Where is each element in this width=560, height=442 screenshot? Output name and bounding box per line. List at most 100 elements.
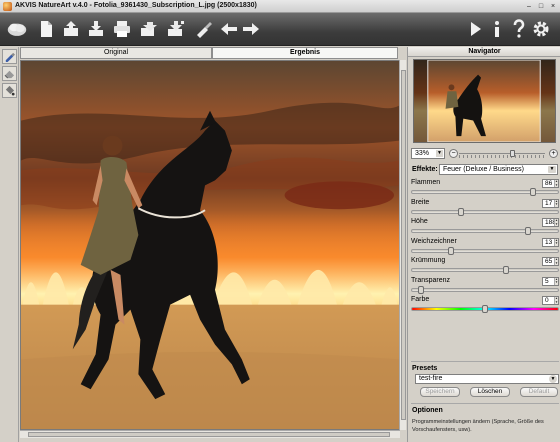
zoom-slider-thumb[interactable]: [510, 150, 515, 157]
param-value: 0: [545, 297, 549, 304]
param-value-field[interactable]: 17 ▲ ▼: [542, 198, 559, 208]
app-icon: [3, 2, 12, 11]
toolbar: [0, 13, 560, 46]
spinner-arrows-icon[interactable]: ▲ ▼: [554, 199, 558, 207]
options-description: Programmeinstellungen ändern (Sprache, G…: [412, 419, 544, 433]
spinner-arrows-icon[interactable]: ▲ ▼: [554, 257, 558, 265]
info-icon[interactable]: [486, 18, 508, 40]
delete-preset-button[interactable]: Löschen: [470, 387, 510, 397]
param-value-field[interactable]: 188 ▲ ▼: [542, 218, 559, 227]
app-logo-icon[interactable]: [4, 18, 30, 40]
settings-gear-icon[interactable]: [530, 18, 552, 40]
pen-tool-icon[interactable]: [2, 49, 17, 64]
window-title: AKVIS NatureArt v.4.0 - Fotolia_9361430_…: [15, 2, 257, 9]
vertical-scrollbar[interactable]: [399, 60, 406, 430]
settings-panel: Navigator 33% ▼ − + Effekte: Feuer (Delu…: [407, 47, 560, 442]
presets-section: Presets test-fire ▼ Speichern Löschen De…: [411, 361, 559, 399]
zoom-in-button[interactable]: +: [549, 149, 558, 158]
param-value-field[interactable]: 65 ▲ ▼: [542, 257, 559, 266]
param-slider-track[interactable]: [411, 209, 559, 214]
effect-select[interactable]: Feuer (Deluxe / Business) ▼: [439, 164, 558, 175]
presets-title: Presets: [412, 365, 438, 372]
title-bar: AKVIS NatureArt v.4.0 - Fotolia_9361430_…: [0, 0, 560, 13]
param-label: Höhe: [411, 218, 428, 225]
save-file-icon[interactable]: [85, 18, 107, 40]
default-preset-button[interactable]: Default: [520, 387, 558, 397]
zoom-slider-track[interactable]: [459, 153, 545, 154]
param-slider-thumb[interactable]: [458, 207, 464, 216]
open-file-icon[interactable]: [60, 18, 82, 40]
tab-original[interactable]: Original: [20, 47, 212, 59]
param-value: 65: [545, 258, 553, 265]
zoom-out-button[interactable]: −: [449, 149, 458, 158]
horizontal-scrollbar[interactable]: [20, 430, 400, 438]
import-icon[interactable]: [165, 18, 187, 40]
param-2: Höhe 188 ▲ ▼: [411, 218, 559, 237]
redo-arrow-icon[interactable]: [240, 18, 262, 40]
param-value-field[interactable]: 86 ▲ ▼: [542, 179, 559, 188]
zoom-slider-ticks: [459, 155, 545, 158]
effect-label: Effekte:: [412, 166, 438, 173]
image-canvas[interactable]: [20, 60, 400, 430]
param-label: Transparenz: [411, 276, 451, 284]
undo-arrow-icon[interactable]: [218, 18, 240, 40]
tab-result[interactable]: Ergebnis: [212, 47, 398, 59]
spinner-arrows-icon[interactable]: ▲ ▼: [554, 238, 558, 246]
param-slider-thumb[interactable]: [448, 246, 454, 255]
param-label: Farbe: [411, 296, 430, 303]
save-preset-button[interactable]: Speichern: [420, 387, 460, 397]
param-value-field[interactable]: 0 ▲ ▼: [542, 296, 559, 305]
spinner-arrows-icon[interactable]: ▲ ▼: [554, 296, 558, 304]
export-icon[interactable]: [138, 18, 160, 40]
horizontal-scroll-thumb[interactable]: [28, 432, 390, 437]
param-slider-thumb[interactable]: [482, 305, 488, 313]
param-label: Krümmung: [411, 257, 446, 264]
param-slider-track[interactable]: [411, 248, 559, 253]
maximize-button[interactable]: □: [536, 2, 546, 11]
eraser-tool-icon[interactable]: [2, 66, 17, 81]
vertical-scroll-thumb[interactable]: [401, 70, 406, 420]
run-play-icon[interactable]: [464, 18, 486, 40]
help-icon[interactable]: [508, 18, 530, 40]
navigator-preview[interactable]: [413, 59, 556, 143]
chevron-down-icon: ▼: [548, 166, 556, 173]
spinner-arrows-icon[interactable]: ▲ ▼: [554, 218, 558, 226]
param-slider-track[interactable]: [411, 268, 559, 272]
param-value-field[interactable]: 5 ▲ ▼: [542, 276, 559, 286]
param-value: 5: [545, 277, 549, 285]
param-3: Weichzeichner 13 ▲ ▼: [411, 237, 559, 257]
navigator-title: Navigator: [408, 47, 560, 57]
spinner-arrows-icon[interactable]: ▲ ▼: [554, 179, 558, 187]
brush-icon[interactable]: [193, 18, 215, 40]
param-1: Breite 17 ▲ ▼: [411, 198, 559, 218]
close-button[interactable]: ×: [548, 2, 558, 11]
param-label: Flammen: [411, 179, 441, 186]
view-tabs: Original Ergebnis: [20, 47, 406, 59]
param-value: 17: [545, 199, 553, 207]
effect-value: Feuer (Deluxe / Business): [443, 166, 524, 173]
param-slider-thumb[interactable]: [503, 266, 509, 274]
preset-select[interactable]: test-fire ▼: [415, 374, 559, 384]
param-slider-track[interactable]: [411, 229, 559, 233]
new-document-icon[interactable]: [35, 18, 57, 40]
param-value: 86: [545, 180, 553, 187]
param-slider-thumb[interactable]: [525, 227, 531, 235]
param-5: Transparenz 5 ▲ ▼: [411, 276, 559, 296]
param-4: Krümmung 65 ▲ ▼: [411, 257, 559, 276]
param-slider-thumb[interactable]: [418, 285, 424, 294]
zoom-select[interactable]: 33% ▼: [411, 148, 445, 159]
options-section: Optionen Programmeinstellungen ändern (S…: [411, 403, 559, 439]
param-slider-track[interactable]: [411, 190, 559, 194]
bucket-tool-icon[interactable]: [2, 83, 17, 98]
param-slider-track[interactable]: [411, 287, 559, 292]
zoom-controls: 33% ▼ − +: [411, 148, 559, 159]
zoom-value: 33%: [415, 150, 430, 157]
param-value-field[interactable]: 13 ▲ ▼: [542, 237, 559, 247]
print-icon[interactable]: [111, 18, 133, 40]
chevron-down-icon: ▼: [549, 375, 557, 383]
spinner-arrows-icon[interactable]: ▲ ▼: [554, 277, 558, 285]
param-slider-thumb[interactable]: [530, 188, 536, 196]
options-title: Optionen: [412, 407, 443, 414]
minimize-button[interactable]: –: [524, 2, 534, 11]
preset-value: test-fire: [419, 375, 443, 382]
